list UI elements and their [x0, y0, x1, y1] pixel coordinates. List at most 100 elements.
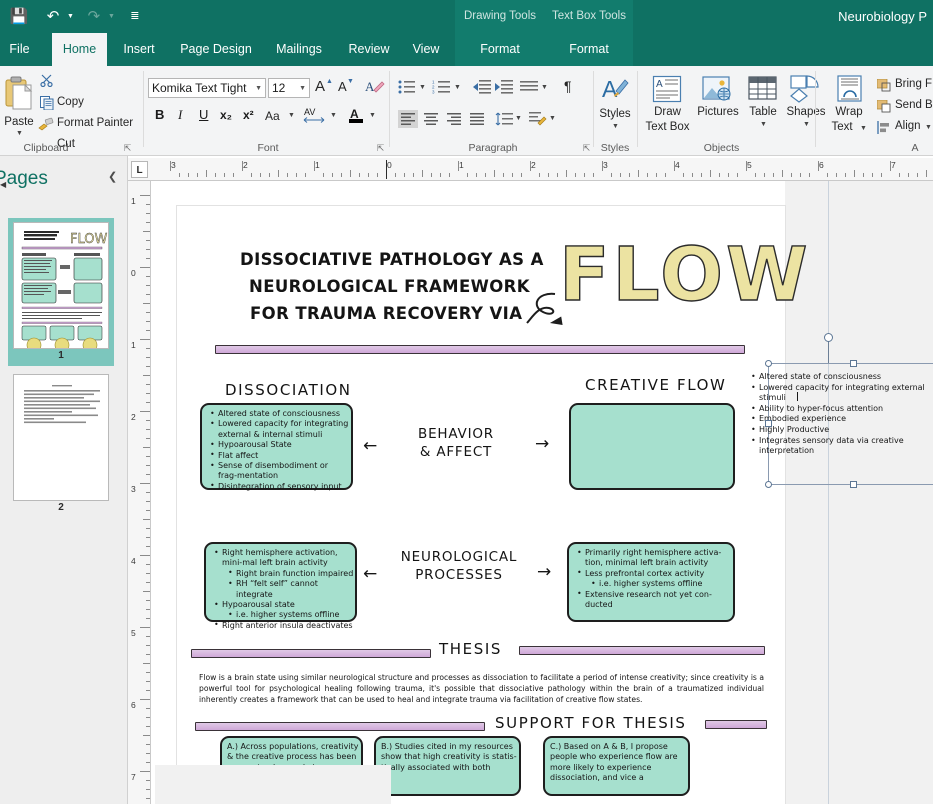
- undo-dropdown-caret[interactable]: ▼: [67, 13, 74, 20]
- copy-icon[interactable]: [40, 96, 54, 115]
- resize-handle-bottom-center[interactable]: [850, 481, 857, 488]
- text-fit-caret[interactable]: ▼: [549, 115, 556, 122]
- decrease-indent-icon[interactable]: [472, 79, 491, 100]
- shrink-font-icon[interactable]: A: [338, 79, 347, 94]
- bullets-caret[interactable]: ▼: [419, 84, 426, 91]
- send-backward-label[interactable]: Send B: [895, 99, 933, 111]
- font-size-input[interactable]: 12 ▼: [268, 78, 310, 98]
- resize-handle-top-left[interactable]: [765, 360, 772, 367]
- tab-file[interactable]: File: [0, 33, 39, 66]
- tab-home[interactable]: Home: [52, 33, 107, 66]
- paragraph-dialog-launcher[interactable]: ⇱: [581, 143, 592, 154]
- italic-button[interactable]: I: [178, 107, 182, 123]
- grow-font-arrow-icon[interactable]: ▲: [326, 78, 333, 85]
- draw-text-box-label-line2[interactable]: Text Box: [640, 121, 695, 133]
- character-spacing-icon[interactable]: AV: [303, 106, 327, 129]
- tab-mailings[interactable]: Mailings: [265, 33, 333, 66]
- page-sheet[interactable]: DISSOCIATIVE PATHOLOGY AS A NEUROLOGICAL…: [177, 206, 785, 804]
- paste-icon[interactable]: [4, 76, 34, 114]
- change-case-button[interactable]: Aa: [265, 109, 280, 123]
- table-label[interactable]: Table: [741, 106, 785, 118]
- tab-stop-selector[interactable]: L: [131, 161, 148, 178]
- customize-qat-icon[interactable]: ≣: [122, 4, 148, 30]
- character-spacing-caret[interactable]: ▼: [330, 112, 337, 119]
- font-name-dropdown-caret[interactable]: ▼: [255, 79, 262, 98]
- line-spacing-icon[interactable]: [520, 79, 538, 100]
- font-name-input[interactable]: Komika Text Tight ▼: [148, 78, 266, 98]
- increase-indent-icon[interactable]: [494, 79, 513, 100]
- paste-dropdown-caret[interactable]: ▼: [16, 130, 23, 137]
- format-painter-button-label[interactable]: Format Painter: [57, 117, 133, 129]
- font-size-dropdown-caret[interactable]: ▼: [299, 79, 306, 98]
- bring-forward-label[interactable]: Bring F: [895, 78, 932, 90]
- align-objects-caret[interactable]: ▼: [925, 124, 932, 131]
- resize-handle-top-center[interactable]: [850, 360, 857, 367]
- save-icon[interactable]: 💾: [6, 4, 32, 30]
- underline-button[interactable]: U: [199, 107, 208, 122]
- page-thumbnail-1[interactable]: FLOW 1: [8, 218, 114, 366]
- shapes-dropdown-caret[interactable]: ▼: [803, 121, 810, 128]
- grow-font-icon[interactable]: A: [315, 78, 325, 95]
- align-objects-label[interactable]: Align: [895, 120, 921, 132]
- bring-forward-icon[interactable]: [877, 79, 891, 97]
- resize-handle-middle-left[interactable]: [765, 420, 772, 427]
- shrink-font-arrow-icon[interactable]: ▼: [347, 78, 354, 85]
- pictures-label[interactable]: Pictures: [692, 106, 744, 118]
- tab-view[interactable]: View: [404, 33, 448, 66]
- align-justify-icon[interactable]: [467, 110, 487, 133]
- styles-icon[interactable]: A: [601, 75, 629, 110]
- undo-icon[interactable]: ↶: [40, 4, 66, 30]
- copy-button-label[interactable]: Copy: [57, 96, 84, 108]
- font-dialog-launcher[interactable]: ⇱: [375, 143, 386, 154]
- superscript-button[interactable]: x²: [243, 108, 254, 122]
- redo-dropdown-caret[interactable]: ▼: [108, 13, 115, 20]
- wrap-text-caret[interactable]: ▼: [860, 125, 867, 132]
- paste-button-label[interactable]: Paste: [0, 116, 38, 128]
- font-color-caret[interactable]: ▼: [369, 112, 376, 119]
- draw-text-box-label-line1[interactable]: Draw: [640, 106, 695, 118]
- table-icon[interactable]: [748, 75, 778, 108]
- align-center-icon[interactable]: [421, 110, 441, 133]
- tab-page-design[interactable]: Page Design: [173, 33, 259, 66]
- wrap-text-label-line1[interactable]: Wrap: [824, 106, 874, 118]
- page-thumbnail-2[interactable]: 2: [8, 370, 114, 518]
- subscript-button[interactable]: x₂: [220, 108, 232, 122]
- line-spacing-caret[interactable]: ▼: [541, 84, 548, 91]
- clipboard-dialog-launcher[interactable]: ⇱: [122, 143, 133, 154]
- wrap-text-icon[interactable]: [836, 75, 864, 108]
- numbering-icon[interactable]: 1 2 3: [432, 79, 452, 100]
- table-dropdown-caret[interactable]: ▼: [760, 121, 767, 128]
- chevron-left-icon[interactable]: ❮: [108, 170, 117, 183]
- creative-flow-behavior-box[interactable]: [569, 403, 735, 490]
- pictures-icon[interactable]: [702, 75, 732, 108]
- format-painter-icon[interactable]: [38, 117, 54, 136]
- redo-icon[interactable]: ↷: [81, 4, 107, 30]
- resize-handle-bottom-left[interactable]: [765, 481, 772, 488]
- vertical-ruler[interactable]: 101234567: [128, 181, 151, 804]
- horizontal-ruler[interactable]: 32101234567: [128, 158, 933, 181]
- styles-button-label[interactable]: Styles: [595, 108, 635, 120]
- bold-button[interactable]: B: [155, 107, 164, 122]
- paragraph-spacing-icon[interactable]: [495, 110, 513, 133]
- paragraph-spacing-caret[interactable]: ▼: [515, 115, 522, 122]
- show-formatting-marks-icon[interactable]: ¶: [564, 78, 572, 94]
- align-right-icon[interactable]: [444, 110, 464, 133]
- tab-review[interactable]: Review: [340, 33, 398, 66]
- align-objects-icon[interactable]: [877, 121, 891, 140]
- send-backward-icon[interactable]: [877, 100, 891, 118]
- rotation-handle[interactable]: [824, 333, 833, 342]
- document-canvas[interactable]: DISSOCIATIVE PATHOLOGY AS A NEUROLOGICAL…: [151, 181, 933, 804]
- change-case-caret[interactable]: ▼: [288, 112, 295, 119]
- bullets-icon[interactable]: [398, 79, 416, 100]
- draw-text-box-icon[interactable]: A: [652, 75, 682, 108]
- selected-text-box-content[interactable]: Altered state of consciousnessLowered ca…: [750, 372, 925, 457]
- tab-format-drawing[interactable]: Format: [455, 33, 545, 66]
- numbering-caret[interactable]: ▼: [454, 84, 461, 91]
- tab-format-textbox[interactable]: Format: [545, 33, 633, 66]
- styles-dropdown-caret[interactable]: ▼: [612, 123, 619, 130]
- font-color-icon[interactable]: A: [348, 106, 366, 129]
- thesis-paragraph[interactable]: Flow is a brain state using similar neur…: [199, 672, 764, 705]
- align-left-icon[interactable]: [398, 110, 418, 128]
- clear-formatting-icon[interactable]: A: [365, 78, 385, 101]
- text-fit-icon[interactable]: [528, 110, 548, 133]
